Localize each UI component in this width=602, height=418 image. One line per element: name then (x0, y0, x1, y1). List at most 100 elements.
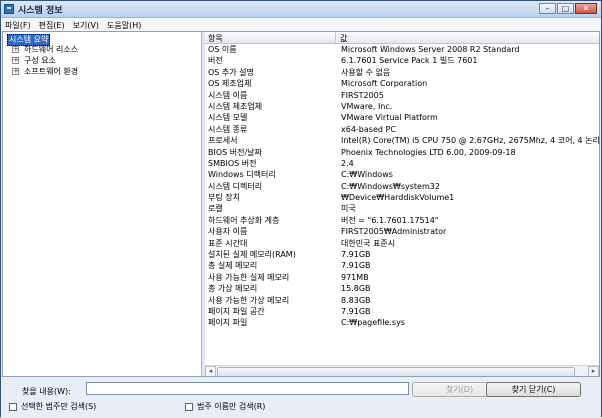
row-item: Windows 디렉터리 (208, 170, 276, 180)
table-row[interactable]: SMBIOS 버전 2.4 (205, 158, 599, 169)
row-item: 시스템 제조업체 (208, 101, 263, 111)
table-row[interactable]: 하드웨어 추상화 계층 버전 = "6.1.7601.17514" (205, 215, 599, 226)
row-item: 프로세서 (208, 136, 238, 146)
row-item: 시스템 종류 (208, 124, 248, 134)
row-value: 7.91GB (341, 250, 371, 260)
row-item: 부팅 장치 (208, 193, 240, 203)
close-find-button[interactable]: 찾기 닫기(C) (486, 382, 581, 397)
row-item: BIOS 버전/날짜 (208, 147, 262, 157)
search-category-names-checkbox[interactable]: 범주 이름만 검색(R) (185, 401, 265, 412)
row-item: 하드웨어 추상화 계층 (208, 215, 280, 225)
minimize-button[interactable]: – (539, 3, 556, 14)
category-tree: 시스템 요약 + 하드웨어 리소스 + 구성 요소 + 소프트웨어 환경 (3, 32, 202, 376)
checkbox-box[interactable] (185, 402, 193, 411)
row-item: 사용 가능한 실제 메모리 (208, 272, 290, 282)
checkbox-label: 선택한 범주만 검색(S) (21, 402, 97, 411)
table-row[interactable]: BIOS 버전/날짜 Phoenix Technologies LTD 6.00,… (205, 147, 599, 158)
row-item: OS 추가 설명 (208, 67, 254, 77)
tree-item-software-environment[interactable]: + 소프트웨어 환경 (3, 66, 201, 77)
row-item: 시스템 이름 (208, 90, 248, 100)
table-row[interactable]: 시스템 제조업체 VMware, Inc. (205, 101, 599, 112)
expand-icon[interactable]: + (12, 57, 19, 64)
column-header-item[interactable]: 항목 (208, 33, 223, 44)
row-value: Microsoft Windows Server 2008 R2 Standar… (341, 45, 520, 54)
table-row[interactable]: 사용 가능한 가상 메모리 8.83GB (205, 295, 599, 306)
system-info-window: 시스템 정보 – □ ✕ 파일(F) 편집(E) 보기(V) 도움말(H) 시스… (0, 0, 602, 418)
table-row[interactable]: OS 제조업체 Microsoft Corporation (205, 78, 599, 89)
table-row[interactable]: 부팅 장치 ₩Device₩HarddiskVolume1 (205, 192, 599, 203)
tree-item-components[interactable]: + 구성 요소 (3, 55, 201, 66)
row-item: 시스템 디렉터리 (208, 181, 263, 191)
row-item: 로캘 (208, 204, 223, 214)
tree-item-hardware-resources[interactable]: + 하드웨어 리소스 (3, 44, 201, 55)
column-header-value[interactable]: 값 (340, 33, 347, 44)
expand-icon[interactable]: + (12, 46, 19, 53)
window-controls: – □ ✕ (539, 3, 597, 14)
table-row[interactable]: 시스템 종류 x64-based PC (205, 124, 599, 135)
table-row[interactable]: 설치된 실제 메모리(RAM) 7.91GB (205, 249, 599, 260)
title-bar[interactable]: 시스템 정보 – □ ✕ (1, 1, 601, 18)
row-item: 사용 가능한 가상 메모리 (208, 295, 290, 305)
table-row[interactable]: 페이지 파일 공간 7.91GB (205, 306, 599, 317)
scroll-right-arrow-icon[interactable]: ▸ (588, 366, 599, 376)
row-item: 버전 (208, 56, 223, 66)
menu-help[interactable]: 도움말(H) (103, 18, 145, 31)
horizontal-scrollbar[interactable]: ◂ ▸ (205, 365, 599, 376)
main-content: 시스템 요약 + 하드웨어 리소스 + 구성 요소 + 소프트웨어 환경 항목 … (2, 31, 600, 377)
expand-icon[interactable]: + (12, 68, 19, 75)
row-item: 표준 시간대 (208, 238, 248, 248)
row-value: FIRST2005 (341, 90, 384, 100)
table-row[interactable]: 표준 시간대 대한민국 표준시 (205, 238, 599, 249)
table-row[interactable]: 총 실제 메모리 7.91GB (205, 260, 599, 271)
table-row[interactable]: 시스템 디렉터리 C:₩Windows₩system32 (205, 181, 599, 192)
column-divider[interactable] (335, 32, 336, 43)
row-item: 사용자 이름 (208, 227, 248, 237)
checkbox-label: 범주 이름만 검색(R) (197, 402, 266, 411)
scroll-left-arrow-icon[interactable]: ◂ (205, 366, 216, 376)
maximize-button[interactable]: □ (557, 3, 574, 14)
close-button[interactable]: ✕ (575, 3, 597, 14)
row-value: 6.1.7601 Service Pack 1 빌드 7601 (341, 56, 478, 66)
row-value: 버전 = "6.1.7601.17514" (341, 215, 439, 225)
table-row[interactable]: 페이지 파일 C:₩pagefile.sys (205, 317, 599, 328)
table-row[interactable]: 버전 6.1.7601 Service Pack 1 빌드 7601 (205, 55, 599, 66)
menu-file[interactable]: 파일(F) (1, 18, 35, 31)
checkbox-box[interactable] (9, 402, 17, 411)
table-row[interactable]: 시스템 이름 FIRST2005 (205, 90, 599, 101)
search-selected-category-checkbox[interactable]: 선택한 범주만 검색(S) (9, 401, 96, 412)
menu-bar: 파일(F) 편집(E) 보기(V) 도움말(H) (1, 18, 601, 31)
table-row[interactable]: 프로세서 Intel(R) Core(TM) i5 CPU 750 @ 2.67G… (205, 135, 599, 146)
row-value: 대한민국 표준시 (341, 238, 396, 248)
tree-item-label[interactable]: 구성 요소 (24, 55, 56, 66)
table-row[interactable]: Windows 디렉터리 C:₩Windows (205, 169, 599, 180)
row-item: 페이지 파일 (208, 318, 248, 328)
row-value: 7.91GB (341, 306, 371, 316)
details-list: 항목 값 OS 이름 Microsoft Windows Server 2008 … (205, 32, 599, 376)
menu-edit[interactable]: 편집(E) (35, 18, 69, 31)
table-row[interactable]: 사용 가능한 실제 메모리 971MB (205, 272, 599, 283)
row-value: C:₩Windows (341, 170, 393, 180)
row-value: Intel(R) Core(TM) i5 CPU 750 @ 2.67GHz, … (341, 136, 599, 146)
table-row[interactable]: 사용자 이름 FIRST2005₩Administrator (205, 226, 599, 237)
find-input[interactable] (86, 382, 409, 395)
row-item: OS 제조업체 (208, 79, 252, 89)
tree-item-label[interactable]: 소프트웨어 환경 (24, 66, 78, 77)
window-title: 시스템 정보 (18, 6, 63, 16)
row-value: C:₩Windows₩system32 (341, 181, 440, 191)
tree-item-label[interactable]: 하드웨어 리소스 (24, 44, 78, 55)
system-info-icon (4, 4, 14, 14)
table-row[interactable]: 총 가상 메모리 15.8GB (205, 283, 599, 294)
tree-item-system-summary[interactable]: 시스템 요약 (3, 32, 201, 46)
table-row[interactable]: 로캘 미국 (205, 203, 599, 214)
table-row[interactable]: 시스템 모델 VMware Virtual Platform (205, 112, 599, 123)
row-value: x64-based PC (341, 124, 396, 134)
table-row[interactable]: OS 이름 Microsoft Windows Server 2008 R2 St… (205, 44, 599, 55)
scroll-thumb[interactable] (217, 367, 575, 376)
row-value: 8.83GB (341, 295, 371, 305)
row-item: 시스템 모델 (208, 113, 248, 123)
row-item: OS 이름 (208, 45, 237, 54)
list-header: 항목 값 (205, 32, 599, 44)
table-row[interactable]: OS 추가 설명 사용할 수 없음 (205, 67, 599, 78)
row-value: FIRST2005₩Administrator (341, 227, 447, 237)
menu-view[interactable]: 보기(V) (69, 18, 103, 31)
